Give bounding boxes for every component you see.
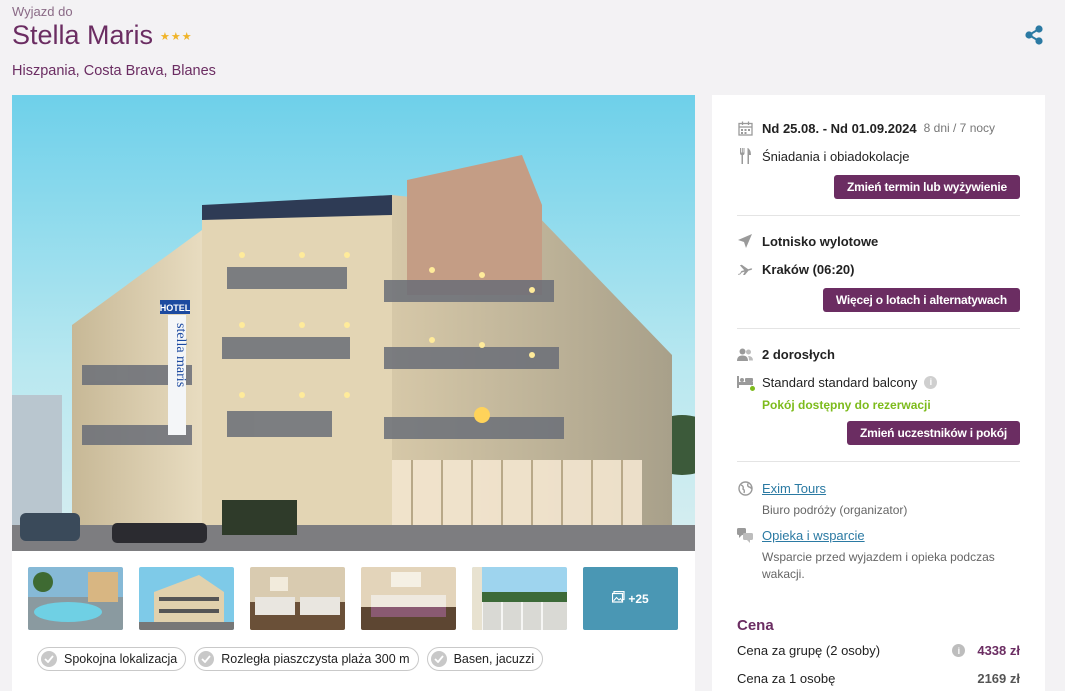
feature-tag: Basen, jacuzzi (426, 647, 544, 671)
thumbnail-room-double[interactable] (361, 567, 456, 630)
main-hotel-photo[interactable]: HOTEL stella maris (12, 95, 695, 551)
feature-tag-label: Basen, jacuzzi (453, 652, 535, 666)
divider (737, 461, 1020, 462)
thumbnail-strip: +25 (28, 567, 678, 630)
info-icon[interactable]: i (924, 375, 938, 389)
calendar-icon (737, 120, 753, 136)
feature-tag: Spokojna lokalizacja (37, 647, 187, 671)
checkmark-icon (198, 651, 215, 667)
thumbnail-exterior[interactable] (139, 567, 234, 630)
change-room-button[interactable]: Zmień uczestników i pokój (846, 421, 1020, 445)
plane-icon (737, 261, 753, 277)
info-icon[interactable]: i (952, 644, 966, 657)
group-price-row: Cena za grupę (2 osoby) i 4338 zł (737, 643, 1020, 658)
availability-dot (749, 385, 756, 392)
organizer-link[interactable]: Exim Tours (762, 481, 826, 496)
checkmark-icon (430, 651, 447, 667)
airport-row: Lotnisko wylotowe (737, 233, 878, 249)
room-row: Standard standard balcony i (737, 374, 938, 392)
thumbnail-room-twin[interactable] (250, 567, 345, 630)
group-price-value: 4338 zł (977, 643, 1020, 658)
change-date-button[interactable]: Zmień termin lub wyżywienie (834, 175, 1020, 199)
airport-label: Lotnisko wylotowe (762, 233, 879, 249)
traveller-count: 2 dorosłych (762, 346, 835, 362)
feature-tag: Rozległa piaszczysta plaża 300 m (194, 647, 419, 671)
more-photos-count: +25 (628, 591, 649, 606)
cutlery-icon (737, 148, 753, 164)
support-link[interactable]: Opieka i wsparcie (762, 528, 865, 543)
dates-row: Nd 25.08. - Nd 01.09.2024 8 dni / 7 nocy (737, 120, 995, 136)
more-photos-button[interactable]: +25 (583, 567, 678, 630)
departure-flight: Kraków (06:20) (762, 261, 855, 277)
hotel-name: Stella Maris (12, 20, 154, 50)
users-icon (737, 346, 753, 362)
support-row: Opieka i wsparcie (737, 527, 865, 543)
organizer-role: Biuro podróży (organizator) (762, 503, 908, 517)
trip-kicker: Wyjazd do (12, 4, 73, 19)
person-price-label: Cena za 1 osobę (737, 671, 836, 686)
bed-icon (737, 374, 756, 392)
hotel-location: Hiszpania, Costa Brava, Blanes (12, 63, 216, 79)
photo-sign-stella-maris: stella maris (173, 323, 188, 387)
photo-gallery: HOTEL stella maris +25 Spokojna lokaliza… (12, 95, 695, 691)
location-arrow-icon (737, 233, 753, 249)
trip-duration: 8 dni / 7 nocy (923, 121, 996, 135)
board-type: Śniadania i obiadokolacje (762, 148, 910, 164)
feature-tags: Spokojna lokalizacja Rozległa piaszczyst… (37, 647, 544, 671)
price-heading: Cena (737, 617, 774, 634)
booking-panel: Nd 25.08. - Nd 01.09.2024 8 dni / 7 nocy… (712, 95, 1045, 691)
thumbnail-balcony-view[interactable] (472, 567, 567, 630)
flight-row: Kraków (06:20) (737, 261, 854, 277)
divider (737, 215, 1020, 216)
photo-sign-hotel: HOTEL (160, 303, 191, 313)
checkmark-icon (41, 651, 57, 667)
room-availability: Pokój dostępny do rezerwacji (762, 398, 931, 412)
room-type: Standard standard balcony (762, 374, 918, 390)
trip-dates: Nd 25.08. - Nd 01.09.2024 (762, 120, 917, 136)
chat-support-icon (737, 527, 753, 543)
feature-tag-label: Spokojna lokalizacja (64, 652, 178, 666)
board-row: Śniadania i obiadokolacje (737, 148, 909, 164)
travellers-row: 2 dorosłych (737, 346, 835, 362)
title-row: Stella Maris ★★★ (12, 20, 193, 51)
globe-icon (737, 480, 753, 496)
share-icon[interactable] (1023, 24, 1045, 46)
person-price-row: Cena za 1 osobę 2169 zł (737, 671, 1020, 686)
person-price-value: 2169 zł (977, 671, 1020, 686)
group-price-label: Cena za grupę (2 osoby) (737, 643, 881, 658)
support-description: Wsparcie przed wyjazdem i opieka podczas… (762, 550, 995, 581)
feature-tag-label: Rozległa piaszczysta plaża 300 m (221, 652, 410, 666)
gallery-icon (612, 590, 625, 606)
star-rating: ★★★ (160, 31, 193, 43)
thumbnail-pool[interactable] (28, 567, 123, 630)
divider (737, 328, 1020, 329)
organizer-row: Exim Tours (737, 480, 826, 496)
flights-info-button[interactable]: Więcej o lotach i alternatywach (822, 288, 1020, 312)
